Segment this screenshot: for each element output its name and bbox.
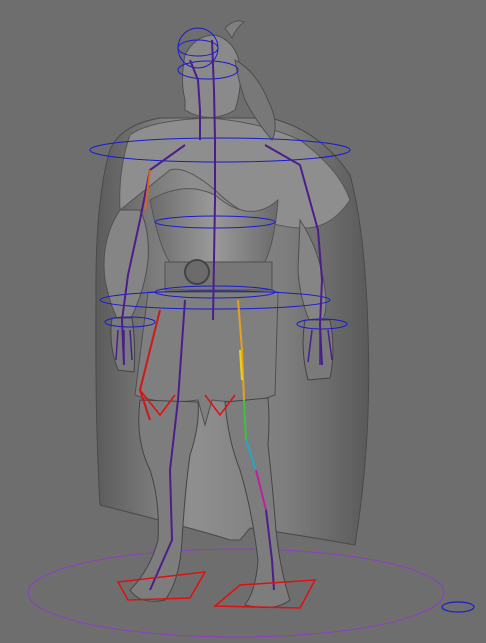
small-view-marker[interactable] [441,601,475,613]
ground-control-circle[interactable] [27,548,445,638]
3d-viewport[interactable] [0,0,486,643]
scene-canvas[interactable] [0,0,486,643]
character-mesh[interactable] [95,20,370,609]
